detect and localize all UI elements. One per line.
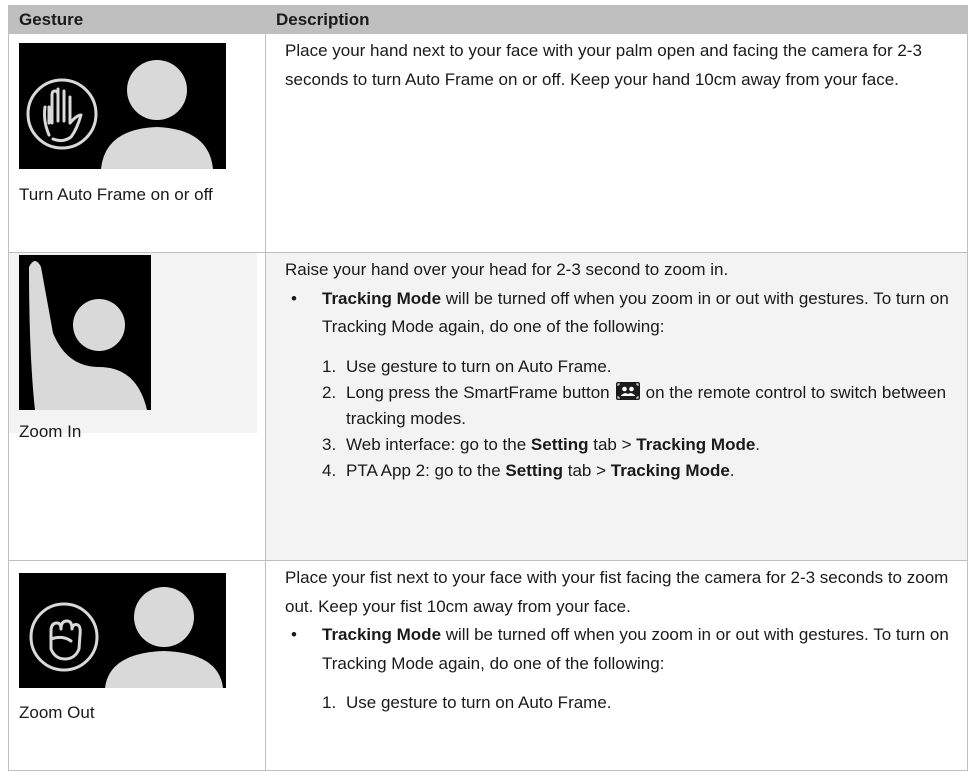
tracking-mode-label: Tracking Mode: [636, 434, 756, 454]
step-text: Long press the SmartFrame button: [346, 382, 610, 402]
open-palm-icon: [19, 43, 226, 169]
step-item: 1. Use gesture to turn on Auto Frame.: [322, 354, 957, 380]
fist-icon: [19, 573, 226, 688]
gesture-table: Gesture Description Turn Auto Frame on o…: [8, 5, 968, 771]
setting-label: Setting: [530, 434, 589, 454]
table-row: Zoom In Raise your hand over your head f…: [8, 252, 968, 561]
gesture-column-header: Gesture: [8, 5, 266, 34]
step-number: 4.: [322, 460, 337, 480]
step-number: 3.: [322, 434, 337, 454]
step-item: 1. Use gesture to turn on Auto Frame.: [322, 690, 957, 716]
note-list: Tracking Mode will be turned off when yo…: [285, 621, 957, 678]
gesture-cell: Zoom Out: [8, 560, 266, 771]
steps-list: 1. Use gesture to turn on Auto Frame.: [322, 690, 957, 716]
smartframe-icon: [615, 381, 640, 400]
step-item: 2. Long press the SmartFrame button on the…: [322, 380, 957, 432]
description-text: Raise your hand over your head for 2-3 s…: [285, 260, 729, 279]
step-text: tab >: [563, 460, 611, 480]
list-item: Tracking Mode will be turned off when yo…: [285, 621, 957, 678]
raised-hand-icon: [19, 255, 151, 410]
step-text: .: [729, 460, 735, 480]
step-text: tab >: [588, 434, 637, 454]
step-text: .: [755, 434, 761, 454]
list-item: Tracking Mode will be turned off when yo…: [285, 285, 957, 342]
description-cell: Place your fist next to your face with y…: [265, 560, 968, 771]
step-text: PTA App 2: go to the: [346, 460, 506, 480]
description-cell: Place your hand next to your face with y…: [265, 33, 968, 253]
description-text: Place your hand next to your face with y…: [285, 41, 922, 89]
tracking-mode-label: Tracking Mode: [322, 625, 442, 644]
description-text: Place your fist next to your face with y…: [285, 568, 949, 616]
step-text: Use gesture to turn on Auto Frame.: [346, 356, 612, 376]
gesture-caption: Turn Auto Frame on or off: [19, 185, 213, 204]
gesture-caption: Zoom Out: [19, 703, 95, 722]
step-number: 2.: [322, 382, 337, 402]
gesture-caption: Zoom In: [19, 422, 82, 441]
tracking-mode-label: Tracking Mode: [322, 288, 442, 308]
step-item: 3. Web interface: go to the Setting tab >…: [322, 432, 957, 458]
table-header-row: Gesture Description: [8, 5, 968, 34]
note-list: Tracking Mode will be turned off when yo…: [285, 285, 957, 342]
step-number: 1.: [322, 356, 337, 376]
step-text: Use gesture to turn on Auto Frame.: [346, 693, 612, 712]
description-cell: Raise your hand over your head for 2-3 s…: [265, 252, 968, 561]
gesture-cell: Zoom In: [8, 252, 266, 561]
setting-label: Setting: [505, 460, 564, 480]
table-row: Turn Auto Frame on or off Place your han…: [8, 33, 968, 253]
step-item: 4. PTA App 2: go to the Setting tab > Tra…: [322, 458, 957, 484]
gesture-cell: Turn Auto Frame on or off: [8, 33, 266, 253]
table-row: Zoom Out Place your fist next to your fa…: [8, 560, 968, 771]
steps-list: 1. Use gesture to turn on Auto Frame. 2. L…: [322, 354, 957, 484]
tracking-mode-label: Tracking Mode: [610, 460, 730, 480]
step-text: Web interface: go to the: [346, 434, 531, 454]
description-column-header: Description: [265, 5, 968, 34]
step-number: 1.: [322, 693, 337, 712]
